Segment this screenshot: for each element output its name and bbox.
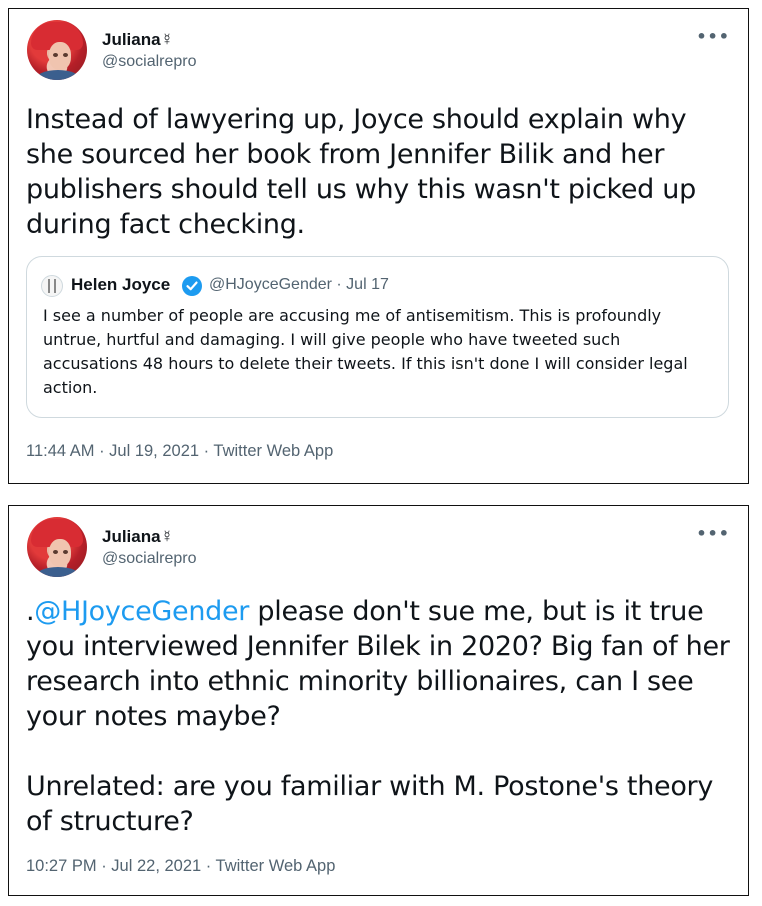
verified-badge-icon — [182, 276, 202, 296]
tweet-meta[interactable]: 10:27 PM · Jul 22, 2021 · Twitter Web Ap… — [26, 857, 335, 876]
text-paragraph-2: Unrelated: are you familiar with M. Post… — [26, 771, 714, 837]
author-name[interactable]: Juliana☿ — [102, 30, 173, 50]
tweet-text: Instead of lawyering up, Joyce should ex… — [26, 104, 696, 240]
quoted-tweet[interactable]: Helen Joyce @HJoyceGender · Jul 17 I see… — [26, 256, 729, 418]
tweet-card-2: Juliana☿ @socialrepro ••• .@HJoyceGender… — [8, 505, 749, 896]
quoted-avatar[interactable] — [41, 275, 63, 297]
more-options-icon[interactable]: ••• — [696, 524, 730, 543]
quoted-text: I see a number of people are accusing me… — [43, 306, 688, 397]
tweet-text: .@HJoyceGender please don't sue me, but … — [26, 594, 730, 839]
author-name[interactable]: Juliana☿ — [102, 527, 173, 547]
avatar[interactable] — [27, 517, 87, 577]
author-handle[interactable]: @socialrepro — [102, 550, 197, 568]
quoted-handle-date[interactable]: @HJoyceGender · Jul 17 — [209, 276, 389, 294]
author-handle[interactable]: @socialrepro — [102, 53, 197, 71]
mention-link[interactable]: @HJoyceGender — [34, 596, 249, 627]
more-options-icon[interactable]: ••• — [696, 27, 730, 46]
tweet-card-1: Juliana☿ @socialrepro ••• Instead of law… — [8, 8, 749, 484]
avatar[interactable] — [27, 20, 87, 80]
tweet-meta[interactable]: 11:44 AM · Jul 19, 2021 · Twitter Web Ap… — [26, 442, 333, 461]
quoted-author-name[interactable]: Helen Joyce — [71, 275, 170, 295]
